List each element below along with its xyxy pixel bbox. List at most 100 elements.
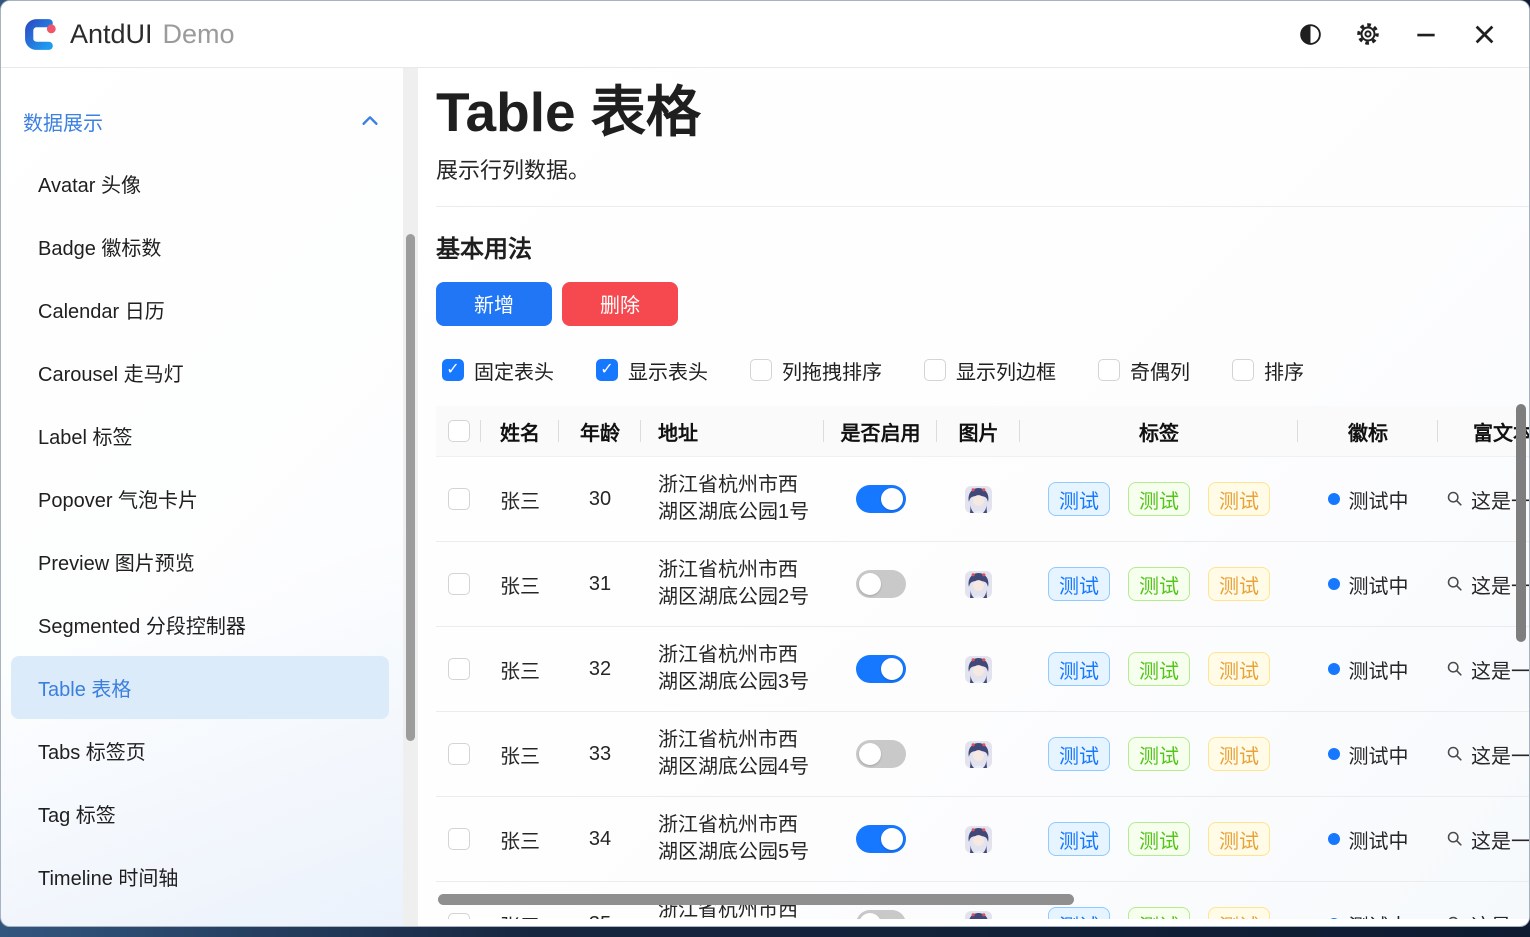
table-row: 张三 31 浙江省杭州市西湖区湖底公园2号 测试测试测试 测试中 [436,542,1529,627]
table-option[interactable]: 奇偶列 [1098,356,1190,385]
settings-gear-icon[interactable] [1339,12,1397,56]
row-checkbox[interactable] [448,488,470,510]
table-horizontal-scrollbar-thumb[interactable] [438,894,1074,905]
table-option[interactable]: 排序 [1232,356,1304,385]
sidebar-items: Avatar 头像 Badge 徽标数 Calendar 日历 Carousel… [1,152,403,908]
sidebar-item[interactable]: Carousel 走马灯 [11,341,389,404]
badge-label: 测试中 [1349,655,1409,684]
chevron-up-icon[interactable] [359,110,381,132]
badge-dot-icon [1328,748,1340,760]
tag: 测试 [1128,567,1190,601]
sidebar-scrollbar-thumb[interactable] [406,234,415,741]
add-button[interactable]: 新增 [436,282,552,326]
table-option[interactable]: ✓ 显示表头 [596,356,708,385]
tag: 测试 [1048,482,1110,516]
tag: 测试 [1128,822,1190,856]
magnifier-icon [1446,660,1464,678]
cell-age: 32 [559,658,641,681]
row-checkbox[interactable] [448,743,470,765]
cell-name: 张三 [481,485,559,514]
enabled-toggle[interactable] [856,570,906,598]
delete-button[interactable]: 删除 [562,282,678,326]
enabled-toggle[interactable] [856,655,906,683]
magnifier-icon [1446,490,1464,508]
checkbox[interactable] [1232,359,1254,381]
row-checkbox[interactable] [448,828,470,850]
sidebar-item[interactable]: Label 标签 [11,404,389,467]
sidebar-item[interactable]: Badge 徽标数 [11,215,389,278]
cell-address: 浙江省杭州市西湖区湖底公园3号 [641,642,824,696]
checkbox[interactable] [750,359,772,381]
table-option[interactable]: 显示列边框 [924,356,1056,385]
enabled-toggle[interactable] [856,485,906,513]
anime-girl-avatar[interactable] [965,656,992,683]
tag-group: 测试测试测试 [1048,822,1270,856]
sidebar-item[interactable]: Timeline 时间轴 [11,845,389,908]
sidebar-item[interactable]: Table 表格 [11,656,389,719]
row-checkbox[interactable] [448,573,470,595]
anime-girl-avatar[interactable] [965,826,992,853]
anime-girl-avatar[interactable] [965,571,992,598]
app-title-suffix: Demo [163,19,235,50]
cell-name: 张三 [481,825,559,854]
cell-address: 浙江省杭州市西湖区湖底公园4号 [641,727,824,781]
checkbox[interactable]: ✓ [442,359,464,381]
sidebar-item[interactable]: Popover 气泡卡片 [11,467,389,530]
sidebar-group-header[interactable]: 数据展示 [1,90,403,152]
badge-label: 测试中 [1349,485,1409,514]
enabled-toggle[interactable] [856,740,906,768]
sidebar-item[interactable]: Preview 图片预览 [11,530,389,593]
tag-group: 测试测试测试 [1048,482,1270,516]
table-header-row: 姓名 年龄 地址 是否启用 图片 标签 徽标 富文本 [436,406,1529,457]
app-window: AntdUI Demo [0,0,1530,927]
sidebar-item-label: Preview 图片预览 [38,547,195,576]
anime-girl-avatar[interactable] [965,486,992,513]
app-title: AntdUI [70,19,153,50]
section-title: 基本用法 [436,229,1529,264]
table-vertical-scrollbar-thumb[interactable] [1516,404,1526,642]
select-all-checkbox[interactable] [436,406,481,456]
sidebar-item[interactable]: Segmented 分段控制器 [11,593,389,656]
minimize-icon[interactable] [1397,12,1455,56]
sidebar-item-label: Avatar 头像 [38,169,141,198]
checkbox[interactable] [1098,359,1120,381]
col-header-address: 地址 [641,406,824,456]
sidebar-item[interactable]: Tabs 标签页 [11,719,389,782]
table-body: 张三 30 浙江省杭州市西湖区湖底公园1号 测试测试测试 测试中 [436,457,1529,926]
tag: 测试 [1048,737,1110,771]
close-icon[interactable] [1455,12,1513,56]
sidebar-item-label: Timeline 时间轴 [38,862,178,891]
checkbox[interactable] [448,420,470,442]
tag-group: 测试测试测试 [1048,737,1270,771]
magnifier-icon [1446,830,1464,848]
toolbar: 新增 删除 [436,282,1529,326]
tag: 测试 [1048,822,1110,856]
checkbox[interactable]: ✓ [596,359,618,381]
cell-age: 31 [559,573,641,596]
theme-contrast-icon[interactable] [1281,12,1339,56]
checkbox-label: 显示表头 [628,356,708,385]
col-header-tags: 标签 [1020,406,1298,456]
table-option[interactable]: ✓ 固定表头 [442,356,554,385]
cell-address: 浙江省杭州市西湖区湖底公园2号 [641,557,824,611]
col-header-name: 姓名 [481,406,559,456]
sidebar-scrollbar-track[interactable] [403,68,418,926]
status-badge: 测试中 [1328,740,1409,769]
sidebar-item[interactable]: Avatar 头像 [11,152,389,215]
table-option[interactable]: 列拖拽排序 [750,356,882,385]
sidebar-item-label: Calendar 日历 [38,295,165,324]
enabled-toggle[interactable] [856,825,906,853]
checkbox-label: 显示列边框 [956,356,1056,385]
titlebar-actions [1281,12,1513,56]
checkbox-label: 奇偶列 [1130,356,1190,385]
richtext-label: 这是一 [1471,740,1529,769]
checkbox-label: 排序 [1264,356,1304,385]
sidebar-item[interactable]: Calendar 日历 [11,278,389,341]
row-checkbox[interactable] [448,658,470,680]
tag-group: 测试测试测试 [1048,567,1270,601]
anime-girl-avatar[interactable] [965,741,992,768]
sidebar-item[interactable]: Tag 标签 [11,782,389,845]
checkbox[interactable] [924,359,946,381]
tag: 测试 [1128,652,1190,686]
table-row: 张三 33 浙江省杭州市西湖区湖底公园4号 测试测试测试 测试中 [436,712,1529,797]
